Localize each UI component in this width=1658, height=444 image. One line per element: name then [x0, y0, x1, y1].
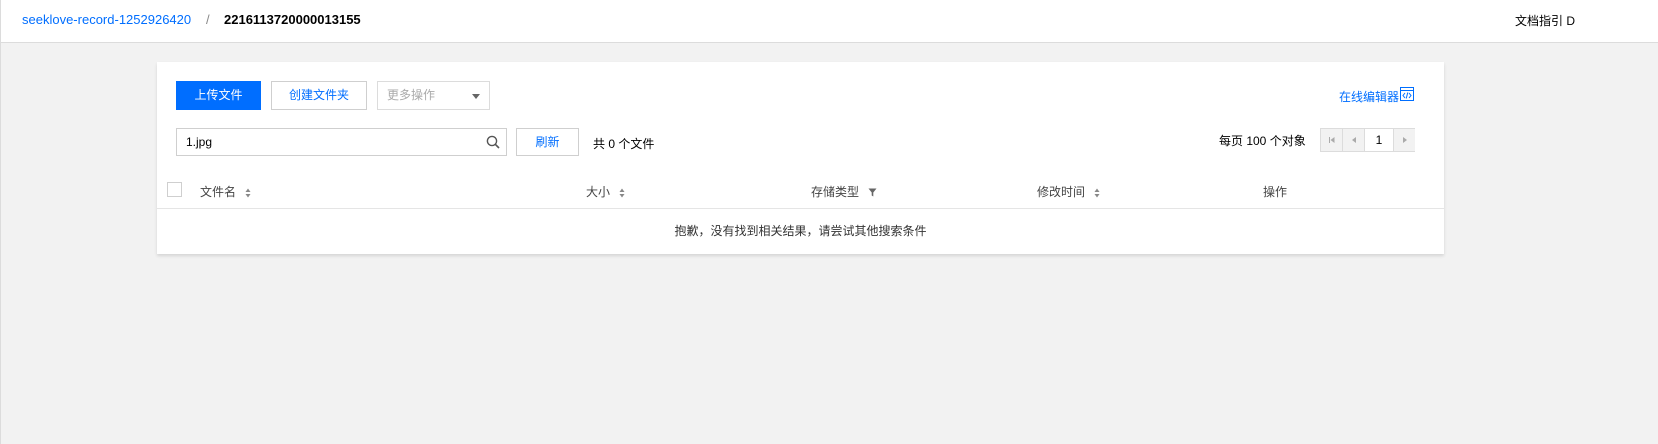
more-actions-select[interactable]: 更多操作 — [377, 81, 490, 110]
upload-file-button[interactable]: 上传文件 — [176, 81, 261, 110]
file-list-card: 上传文件 创建文件夹 更多操作 在线编辑器 刷新 共 0 个文件 每页 100 … — [157, 62, 1444, 254]
sort-icon[interactable] — [619, 188, 625, 198]
column-label: 大小 — [586, 185, 611, 199]
column-label: 修改时间 — [1037, 185, 1086, 199]
current-page: 1 — [1375, 133, 1383, 147]
column-label: 文件名 — [200, 185, 237, 199]
page: seeklove-record-1252926420 / 22161137200… — [0, 0, 1658, 444]
column-header-storage-class[interactable]: 存储类型 — [811, 183, 877, 200]
breadcrumb-bucket-link[interactable]: seeklove-record-1252926420 — [22, 12, 191, 27]
column-label: 存储类型 — [811, 185, 860, 199]
search-icon[interactable] — [486, 135, 500, 149]
prev-page-icon — [1352, 137, 1356, 143]
prev-page-button[interactable] — [1343, 129, 1365, 151]
next-page-icon — [1403, 137, 1407, 143]
doc-guide-link[interactable]: 文档指引 D — [1515, 12, 1575, 29]
first-page-button[interactable] — [1321, 129, 1343, 151]
file-count: 共 0 个文件 — [593, 137, 655, 151]
empty-results-message: 抱歉，没有找到相关结果，请尝试其他搜索条件 — [674, 224, 927, 238]
table-header: 文件名 大小 存储类型 修改时间 操作 — [157, 175, 1444, 209]
chevron-down-icon — [472, 94, 480, 99]
first-page-icon — [1329, 137, 1335, 143]
sort-icon[interactable] — [1094, 188, 1100, 198]
create-folder-button[interactable]: 创建文件夹 — [271, 81, 367, 110]
select-all-checkbox[interactable] — [167, 182, 182, 197]
column-header-modified-time[interactable]: 修改时间 — [1037, 183, 1100, 200]
next-page-button[interactable] — [1393, 129, 1415, 151]
pagination: 1 — [1320, 128, 1415, 152]
search-box — [176, 128, 507, 156]
per-page-selector[interactable]: 每页 100 个对象 — [1219, 132, 1306, 149]
online-editor-link[interactable]: 在线编辑器 — [1339, 88, 1399, 105]
top-bar: seeklove-record-1252926420 / 22161137200… — [1, 0, 1658, 43]
column-header-actions: 操作 — [1263, 185, 1288, 199]
breadcrumb-separator: / — [206, 12, 210, 27]
sort-icon[interactable] — [245, 188, 251, 198]
column-header-size[interactable]: 大小 — [586, 183, 625, 200]
more-actions-placeholder: 更多操作 — [387, 88, 436, 102]
filter-icon[interactable] — [868, 188, 877, 197]
search-input[interactable] — [177, 129, 477, 155]
column-header-filename[interactable]: 文件名 — [200, 183, 251, 200]
refresh-button[interactable]: 刷新 — [516, 128, 579, 156]
editor-code-icon[interactable] — [1400, 87, 1414, 101]
breadcrumb-current-folder: 2216113720000013155 — [224, 12, 361, 27]
